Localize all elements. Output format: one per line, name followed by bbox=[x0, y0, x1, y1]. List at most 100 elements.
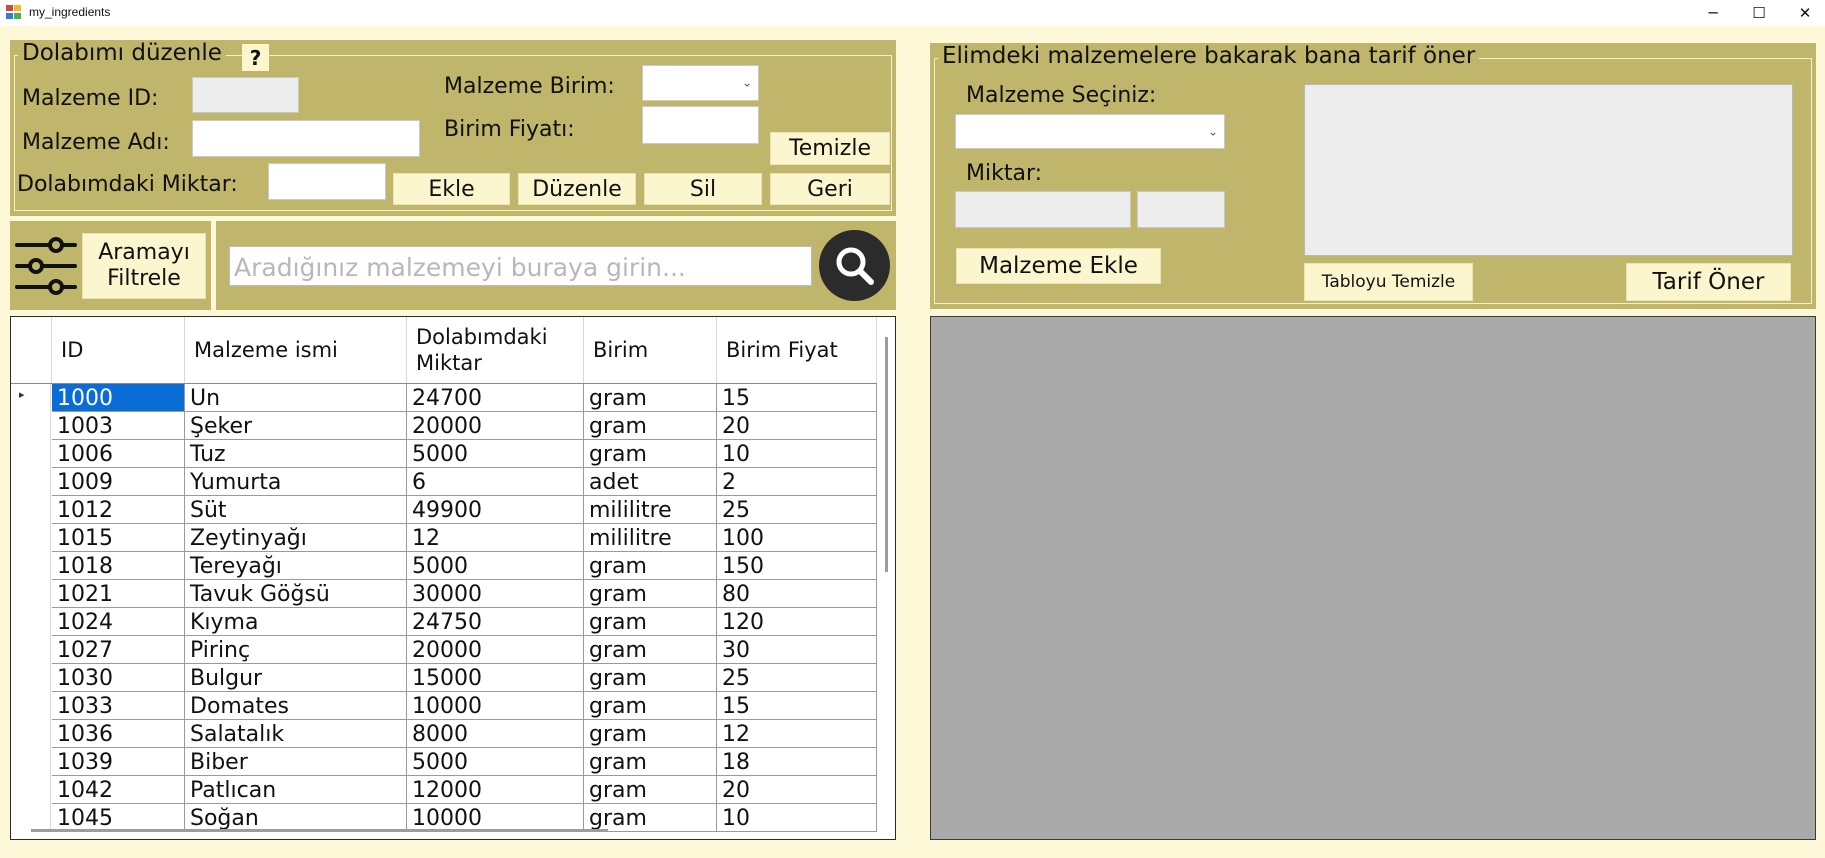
table-row[interactable]: 1006 Tuz 5000 gram 10 bbox=[11, 440, 877, 468]
table-row[interactable]: 1027 Pirinç 20000 gram 30 bbox=[11, 636, 877, 664]
cell-quantity[interactable]: 6 bbox=[407, 468, 584, 496]
cell-quantity[interactable]: 12000 bbox=[407, 776, 584, 804]
cell-unit-price[interactable]: 18 bbox=[717, 748, 877, 776]
cell-name[interactable]: Pirinç bbox=[185, 636, 407, 664]
maximize-button[interactable]: ☐ bbox=[1736, 0, 1782, 26]
column-header-name[interactable]: Malzeme ismi bbox=[185, 317, 407, 383]
cell-quantity[interactable]: 15000 bbox=[407, 664, 584, 692]
cell-id[interactable]: 1003 bbox=[52, 412, 185, 440]
cell-unit[interactable]: gram bbox=[584, 748, 717, 776]
ingredient-id-field[interactable] bbox=[192, 77, 299, 113]
cell-unit-price[interactable]: 10 bbox=[717, 440, 877, 468]
table-row[interactable]: 1018 Tereyağı 5000 gram 150 bbox=[11, 552, 877, 580]
row-header[interactable] bbox=[11, 748, 51, 776]
cell-id[interactable]: 1012 bbox=[52, 496, 185, 524]
cell-unit[interactable]: adet bbox=[584, 468, 717, 496]
cell-quantity[interactable]: 10000 bbox=[407, 692, 584, 720]
search-input[interactable]: Aradığınız malzemeyi buraya girin... bbox=[229, 246, 812, 286]
quantity-field[interactable] bbox=[268, 163, 386, 200]
row-header[interactable] bbox=[11, 804, 51, 832]
cell-unit[interactable]: gram bbox=[584, 552, 717, 580]
cell-unit[interactable]: gram bbox=[584, 412, 717, 440]
cell-name[interactable]: Patlıcan bbox=[185, 776, 407, 804]
table-row[interactable]: 1033 Domates 10000 gram 15 bbox=[11, 692, 877, 720]
table-row[interactable]: 1015 Zeytinyağı 12 mililitre 100 bbox=[11, 524, 877, 552]
cell-unit[interactable]: gram bbox=[584, 636, 717, 664]
row-header[interactable]: ▸ bbox=[11, 384, 51, 412]
row-header[interactable] bbox=[11, 664, 51, 692]
selected-ingredients-list[interactable] bbox=[1304, 84, 1793, 256]
cell-name[interactable]: Domates bbox=[185, 692, 407, 720]
table-row[interactable]: 1003 Şeker 20000 gram 20 bbox=[11, 412, 877, 440]
cell-unit[interactable]: gram bbox=[584, 664, 717, 692]
cell-quantity[interactable]: 20000 bbox=[407, 636, 584, 664]
cell-name[interactable]: Tuz bbox=[185, 440, 407, 468]
table-row[interactable]: 1045 Soğan 10000 gram 10 bbox=[11, 804, 877, 832]
row-header[interactable] bbox=[11, 776, 51, 804]
table-row[interactable]: 1021 Tavuk Göğsü 30000 gram 80 bbox=[11, 580, 877, 608]
close-button[interactable]: ✕ bbox=[1782, 0, 1825, 26]
table-row[interactable]: 1030 Bulgur 15000 gram 25 bbox=[11, 664, 877, 692]
back-button[interactable]: Geri bbox=[770, 173, 890, 205]
cell-unit-price[interactable]: 30 bbox=[717, 636, 877, 664]
cell-name[interactable]: Zeytinyağı bbox=[185, 524, 407, 552]
cell-unit[interactable]: gram bbox=[584, 384, 717, 412]
cell-unit[interactable]: gram bbox=[584, 608, 717, 636]
cell-unit-price[interactable]: 25 bbox=[717, 496, 877, 524]
table-row[interactable]: 1036 Salatalık 8000 gram 12 bbox=[11, 720, 877, 748]
unit-combobox[interactable]: ⌄ bbox=[642, 65, 759, 101]
select-ingredient-combobox[interactable]: ⌄ bbox=[955, 114, 1225, 149]
cell-id[interactable]: 1021 bbox=[52, 580, 185, 608]
search-button[interactable] bbox=[819, 230, 890, 301]
cell-unit[interactable]: gram bbox=[584, 692, 717, 720]
cell-unit-price[interactable]: 25 bbox=[717, 664, 877, 692]
row-header[interactable] bbox=[11, 692, 51, 720]
row-header[interactable] bbox=[11, 720, 51, 748]
cell-quantity[interactable]: 24700 bbox=[407, 384, 584, 412]
column-header-id[interactable]: ID bbox=[52, 317, 185, 383]
cell-quantity[interactable]: 30000 bbox=[407, 580, 584, 608]
cell-quantity[interactable]: 8000 bbox=[407, 720, 584, 748]
vertical-scrollbar[interactable] bbox=[885, 337, 888, 572]
horizontal-scrollbar[interactable] bbox=[31, 829, 608, 832]
cell-unit[interactable]: gram bbox=[584, 804, 717, 832]
cell-name[interactable]: Yumurta bbox=[185, 468, 407, 496]
clear-table-button[interactable]: Tabloyu Temizle bbox=[1304, 263, 1473, 301]
cell-quantity[interactable]: 5000 bbox=[407, 440, 584, 468]
cell-name[interactable]: Tavuk Göğsü bbox=[185, 580, 407, 608]
cell-id[interactable]: 1006 bbox=[52, 440, 185, 468]
cell-quantity[interactable]: 5000 bbox=[407, 748, 584, 776]
cell-name[interactable]: Bulgur bbox=[185, 664, 407, 692]
cell-name[interactable]: Soğan bbox=[185, 804, 407, 832]
row-header[interactable] bbox=[11, 440, 51, 468]
add-button[interactable]: Ekle bbox=[393, 173, 510, 205]
ingredients-grid[interactable]: ID Malzeme ismi Dolabımdaki Miktar Birim… bbox=[10, 316, 896, 840]
column-header-unit[interactable]: Birim bbox=[584, 317, 717, 383]
cell-unit-price[interactable]: 150 bbox=[717, 552, 877, 580]
cell-quantity[interactable]: 20000 bbox=[407, 412, 584, 440]
cell-unit-price[interactable]: 15 bbox=[717, 692, 877, 720]
cell-unit[interactable]: gram bbox=[584, 580, 717, 608]
cell-quantity[interactable]: 49900 bbox=[407, 496, 584, 524]
table-row[interactable]: 1042 Patlıcan 12000 gram 20 bbox=[11, 776, 877, 804]
clear-button[interactable]: Temizle bbox=[770, 132, 890, 165]
table-row[interactable]: 1009 Yumurta 6 adet 2 bbox=[11, 468, 877, 496]
cell-quantity[interactable]: 24750 bbox=[407, 608, 584, 636]
cell-name[interactable]: Salatalık bbox=[185, 720, 407, 748]
help-button[interactable]: ? bbox=[242, 44, 269, 71]
column-header-quantity[interactable]: Dolabımdaki Miktar bbox=[407, 317, 584, 383]
filter-sliders-icon[interactable] bbox=[14, 234, 78, 298]
cell-name[interactable]: Şeker bbox=[185, 412, 407, 440]
cell-id[interactable]: 1027 bbox=[52, 636, 185, 664]
cell-name[interactable]: Kıyma bbox=[185, 608, 407, 636]
cell-unit-price[interactable]: 12 bbox=[717, 720, 877, 748]
cell-name[interactable]: Biber bbox=[185, 748, 407, 776]
row-header[interactable] bbox=[11, 524, 51, 552]
row-header[interactable] bbox=[11, 468, 51, 496]
add-ingredient-button[interactable]: Malzeme Ekle bbox=[956, 248, 1161, 284]
cell-name[interactable]: Un bbox=[185, 384, 407, 412]
minimize-button[interactable]: ─ bbox=[1690, 0, 1736, 26]
cell-id[interactable]: 1024 bbox=[52, 608, 185, 636]
cell-id[interactable]: 1042 bbox=[52, 776, 185, 804]
cell-unit-price[interactable]: 20 bbox=[717, 776, 877, 804]
